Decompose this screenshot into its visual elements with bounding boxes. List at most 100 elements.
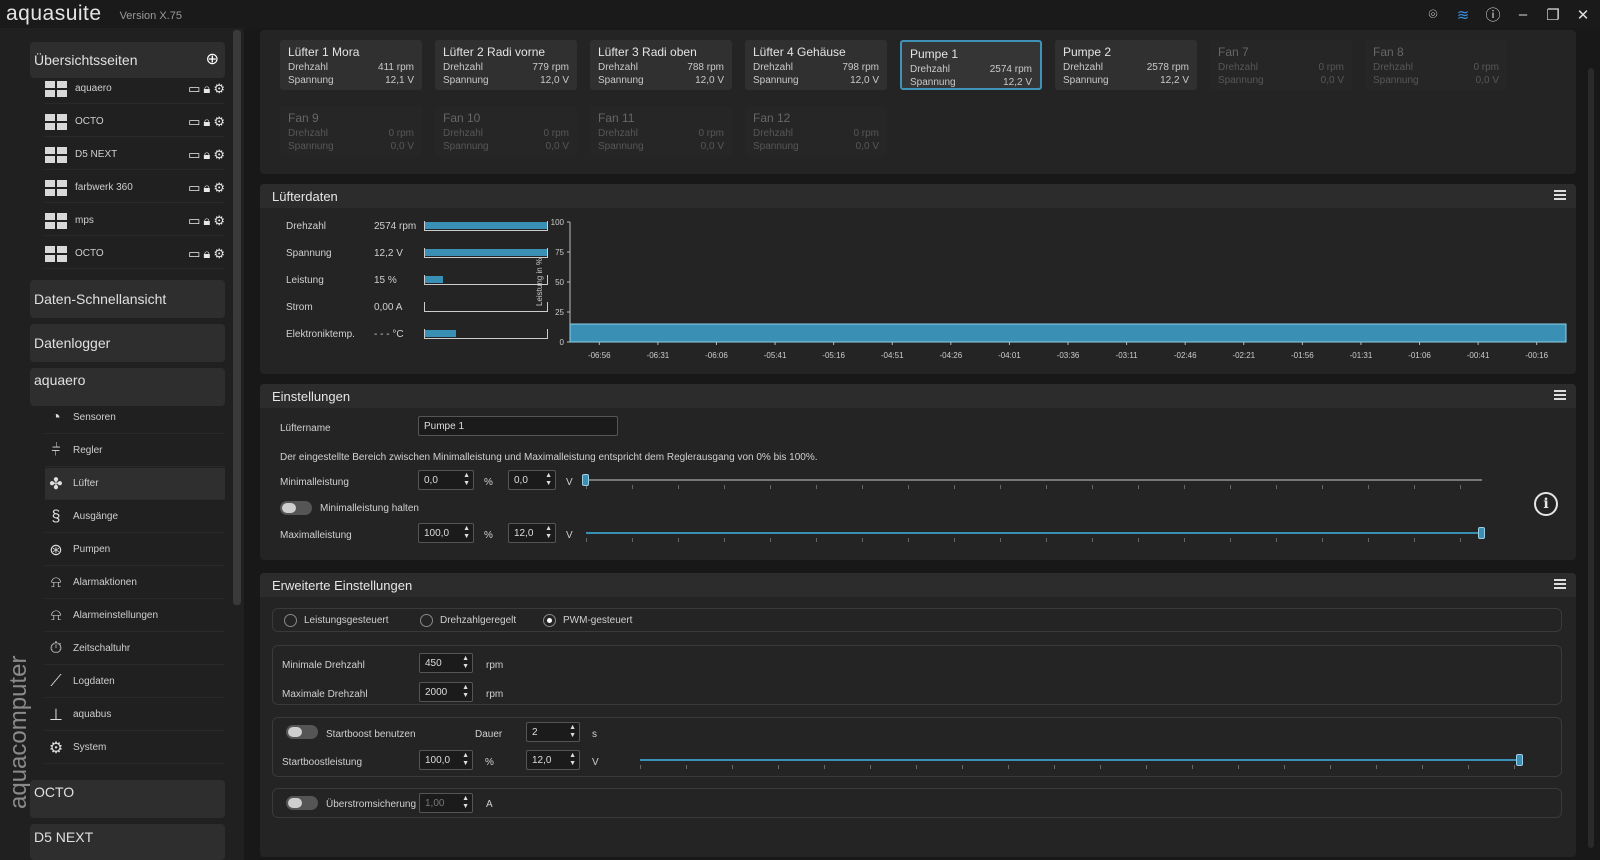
overview-item[interactable]: mps ▭ 🔒︎ ⚙ xyxy=(45,206,225,236)
fan-tile[interactable]: Fan 11 Drehzahl 0 rpm Spannung 0,0 V xyxy=(590,106,732,156)
main-scrollbar[interactable] xyxy=(1588,68,1594,848)
monitor-icon[interactable]: ▭ xyxy=(188,213,200,229)
nav-item-alarmaktionen[interactable]: ⍾ Alarmaktionen xyxy=(45,567,225,599)
overcurrent-toggle[interactable] xyxy=(286,796,318,810)
monitor-icon[interactable]: ▭ xyxy=(188,147,200,163)
menu-icon[interactable] xyxy=(1554,190,1566,200)
spinner-arrows-icon[interactable]: ▲ ▼ xyxy=(569,724,576,740)
section-datalogger[interactable]: Datenlogger xyxy=(30,324,225,362)
lock-icon[interactable]: 🔒︎ xyxy=(203,114,210,130)
max-power-slider[interactable] xyxy=(586,527,1485,542)
overview-item[interactable]: D5 NEXT ▭ 🔒︎ ⚙ xyxy=(45,140,225,170)
spinner-arrows-icon[interactable]: ▲ ▼ xyxy=(462,655,469,671)
min-power-slider[interactable] xyxy=(582,474,1482,489)
lock-icon[interactable]: 🔒︎ xyxy=(203,81,210,97)
min-rpm-input[interactable]: 450 ▲ ▼ xyxy=(419,653,473,673)
fan-tile[interactable]: Fan 8 Drehzahl 0 rpm Spannung 0,0 V xyxy=(1365,40,1507,90)
monitor-icon[interactable]: ▭ xyxy=(188,81,200,97)
nav-item-ausgaenge[interactable]: § Ausgänge xyxy=(45,501,225,533)
spinner-arrows-icon[interactable]: ▲ ▼ xyxy=(463,472,470,488)
slider-handle[interactable] xyxy=(1516,754,1523,766)
fan-name-input[interactable]: Pumpe 1 xyxy=(418,416,618,436)
nav-item-aquabus[interactable]: ⊥ aquabus xyxy=(45,699,225,731)
spinner-arrows-icon[interactable]: ▲ ▼ xyxy=(463,525,470,541)
spinner-arrows-icon[interactable]: ▲ ▼ xyxy=(569,752,576,768)
overview-item[interactable]: aquaero ▭ 🔒︎ ⚙ xyxy=(45,74,225,104)
nav-item-logdaten[interactable]: ⟋ Logdaten xyxy=(45,666,225,698)
gear-icon[interactable]: ⚙ xyxy=(213,180,225,196)
fan-tile[interactable]: Fan 12 Drehzahl 0 rpm Spannung 0,0 V xyxy=(745,106,887,156)
nav-item-system[interactable]: ⚙ System xyxy=(45,732,225,764)
lock-icon[interactable]: 🔒︎ xyxy=(203,180,210,196)
nav-item-regler[interactable]: ⫩ Regler xyxy=(45,435,225,467)
boost-percent-input[interactable]: 100,0 ▲ ▼ xyxy=(419,750,473,770)
duration-input[interactable]: 2 ▲ ▼ xyxy=(526,722,580,742)
gear-icon[interactable]: ⚙ xyxy=(213,246,225,262)
overview-item[interactable]: OCTO ▭ 🔒︎ ⚙ xyxy=(45,239,225,269)
fan-tile[interactable]: Lüfter 3 Radi oben Drehzahl 788 rpm Spannun… xyxy=(590,40,732,90)
camera-icon[interactable]: ⌾ xyxy=(1424,6,1442,23)
info-icon[interactable]: i xyxy=(1534,492,1558,516)
overcurrent-input[interactable]: 1,00 ▲ ▼ xyxy=(419,793,473,813)
lock-icon[interactable]: 🔒︎ xyxy=(203,147,210,163)
fan-tile[interactable]: Lüfter 2 Radi vorne Drehzahl 779 rpm Spannu… xyxy=(435,40,577,90)
section-data-quickview[interactable]: Daten-Schnellansicht xyxy=(30,280,225,318)
section-octo[interactable]: OCTO xyxy=(30,780,225,818)
gear-icon[interactable]: ⚙ xyxy=(213,114,225,130)
fan-tile[interactable]: Pumpe 1 Drehzahl 2574 rpm Spannung 12,2 V xyxy=(900,40,1042,90)
nav-item-alarmeinstellungen[interactable]: ⍾ Alarmeinstellungen xyxy=(45,600,225,632)
section-d5next[interactable]: D5 NEXT xyxy=(30,824,225,860)
gear-icon[interactable]: ⚙ xyxy=(213,81,225,97)
mode-radio-pwm[interactable]: PWM-gesteuert xyxy=(543,614,632,627)
fan-tile[interactable]: Lüfter 4 Gehäuse Drehzahl 798 rpm Spannung 1… xyxy=(745,40,887,90)
mode-radio-power[interactable]: Leistungsgesteuert xyxy=(284,614,389,627)
nav-item-luefter[interactable]: ✤ Lüfter xyxy=(45,468,225,500)
gear-icon[interactable]: ⚙ xyxy=(213,147,225,163)
lock-icon[interactable]: 🔒︎ xyxy=(203,246,210,262)
add-icon[interactable]: ⊕ xyxy=(206,42,219,78)
spinner-arrows-icon[interactable]: ▲ ▼ xyxy=(545,472,552,488)
monitor-icon[interactable]: ▭ xyxy=(188,246,200,262)
min-power-percent-input[interactable]: 0,0 ▲ ▼ xyxy=(418,470,474,490)
minimize-icon[interactable]: – xyxy=(1514,6,1532,23)
slider-handle[interactable] xyxy=(1478,527,1485,539)
monitor-icon[interactable]: ▭ xyxy=(188,114,200,130)
overview-item[interactable]: farbwerk 360 ▭ 🔒︎ ⚙ xyxy=(45,173,225,203)
section-aquaero[interactable]: aquaero xyxy=(30,368,225,406)
min-power-hold-toggle[interactable] xyxy=(280,501,312,515)
gear-icon[interactable]: ⚙ xyxy=(213,213,225,229)
fan-tile[interactable]: Lüfter 1 Mora Drehzahl 411 rpm Spannung 12,1… xyxy=(280,40,422,90)
menu-icon[interactable] xyxy=(1554,390,1566,400)
monitor-icon[interactable]: ▭ xyxy=(188,180,200,196)
max-power-percent-input[interactable]: 100,0 ▲ ▼ xyxy=(418,523,474,543)
boost-power-slider[interactable] xyxy=(640,754,1523,769)
nav-item-pumpen[interactable]: ⊛ Pumpen xyxy=(45,534,225,566)
overview-item[interactable]: OCTO ▭ 🔒︎ ⚙ xyxy=(45,107,225,137)
spinner-arrows-icon[interactable]: ▲ ▼ xyxy=(545,525,552,541)
slider-handle[interactable] xyxy=(582,474,589,486)
menu-icon[interactable] xyxy=(1554,579,1566,589)
fan-tile[interactable]: Fan 9 Drehzahl 0 rpm Spannung 0,0 V xyxy=(280,106,422,156)
spinner-arrows-icon[interactable]: ▲ ▼ xyxy=(462,752,469,768)
min-power-volt-input[interactable]: 0,0 ▲ ▼ xyxy=(508,470,556,490)
startboost-toggle[interactable] xyxy=(286,725,318,739)
layers-icon[interactable]: ≋ xyxy=(1454,6,1472,24)
spinner-arrows-icon[interactable]: ▲ ▼ xyxy=(462,684,469,700)
fandata-value: 12,2 V xyxy=(374,247,403,259)
mode-radio-rpm[interactable]: Drehzahlgeregelt xyxy=(420,614,516,627)
lock-icon[interactable]: 🔒︎ xyxy=(203,213,210,229)
info-icon[interactable]: ⓘ xyxy=(1484,4,1502,25)
max-rpm-input[interactable]: 2000 ▲ ▼ xyxy=(419,682,473,702)
boost-volt-input[interactable]: 12,0 ▲ ▼ xyxy=(526,750,580,770)
nav-item-sensoren[interactable]: ◔ Sensoren xyxy=(45,402,225,434)
fan-tile[interactable]: Pumpe 2 Drehzahl 2578 rpm Spannung 12,2 V xyxy=(1055,40,1197,90)
overview-header[interactable]: Übersichtsseiten ⊕ xyxy=(30,42,225,78)
fan-tile[interactable]: Fan 10 Drehzahl 0 rpm Spannung 0,0 V xyxy=(435,106,577,156)
spinner-arrows-icon[interactable]: ▲ ▼ xyxy=(462,795,469,811)
fan-tile[interactable]: Fan 7 Drehzahl 0 rpm Spannung 0,0 V xyxy=(1210,40,1352,90)
restore-icon[interactable]: ❐ xyxy=(1544,6,1562,24)
sidebar-scrollbar[interactable] xyxy=(233,30,241,605)
max-power-volt-input[interactable]: 12,0 ▲ ▼ xyxy=(508,523,556,543)
close-icon[interactable]: ✕ xyxy=(1574,6,1592,24)
nav-item-zeitschaltuhr[interactable]: ⏱ Zeitschaltuhr xyxy=(45,633,225,665)
